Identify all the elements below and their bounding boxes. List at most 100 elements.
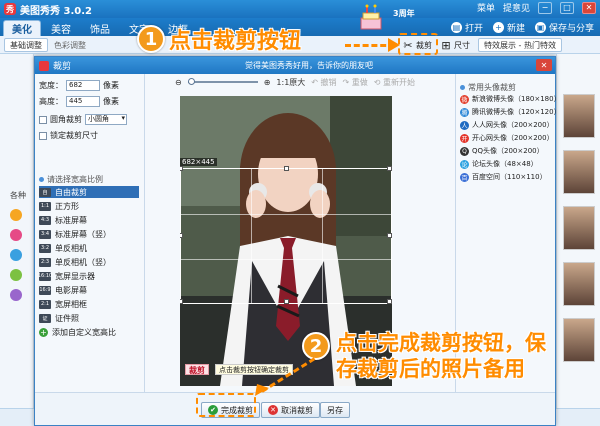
tab-accessories[interactable]: 饰品 [81, 20, 119, 36]
zoom-slider-knob[interactable] [187, 78, 195, 85]
effect-thumbnail[interactable] [563, 318, 595, 362]
ratio-option[interactable]: 16:10 宽屏显示器 [38, 270, 139, 282]
window-controls: 菜单 提意见 − □ ✕ [477, 1, 596, 14]
app-title: 美图秀秀 3.0.2 [20, 5, 92, 17]
save-share-button[interactable]: ▣ 保存与分享 [534, 21, 594, 34]
palette-icon[interactable] [10, 289, 22, 301]
crop-handle[interactable] [180, 166, 183, 171]
crop-apply-button[interactable]: 裁剪 [185, 364, 209, 375]
forum-icon: 论 [460, 159, 469, 169]
effect-thumbnail[interactable] [563, 206, 595, 250]
feedback-link[interactable]: 提意见 [503, 1, 530, 14]
crop-handle[interactable] [180, 233, 183, 238]
new-button[interactable]: + 新建 [492, 21, 525, 34]
ratio-option[interactable]: 自自由裁剪 [39, 186, 139, 198]
grid-line [322, 169, 323, 303]
renren-icon: 人 [460, 120, 469, 130]
ratio-option[interactable]: 4:3 标准屏幕 [39, 214, 139, 226]
open-button[interactable]: ▤ 打开 [450, 21, 483, 34]
height-input[interactable]: 445 [66, 96, 100, 107]
ratio-option[interactable]: 1:1 正方形 [39, 200, 139, 212]
grid-line [181, 259, 391, 260]
app-logo: 秀 [4, 3, 16, 15]
step1-number: 1 [137, 25, 165, 53]
restart-button[interactable]: ⟲ 重新开始 [374, 77, 415, 88]
preset-baidu[interactable]: 百百度空间（110×110） [460, 172, 547, 182]
ratio-option[interactable]: 16:9 电影屏幕 [39, 284, 139, 296]
ratio-option[interactable]: 3:4 标准屏幕（竖） [39, 228, 139, 240]
crop-handle[interactable] [387, 299, 392, 304]
step1-highlight [398, 33, 438, 55]
palette-icon[interactable] [10, 269, 22, 281]
ratio-heading: 请选择宽高比例 [39, 174, 103, 185]
dialog-close-button[interactable]: ✕ [536, 59, 552, 71]
step1-annotation: 1 点击裁剪按钮 [137, 23, 301, 55]
plus-icon: + [492, 21, 504, 33]
cancel-icon: ✕ [268, 405, 278, 415]
preset-kaixin[interactable]: 开开心网头像（200×200） [460, 133, 554, 143]
rounded-crop-row: 圆角裁剪 小圆角 [39, 114, 127, 125]
step2-text: 点击完成裁剪按钮，保存裁剪后的照片备用 [336, 331, 546, 381]
ratio-option[interactable]: 2:3 单反相机（竖） [39, 256, 139, 268]
lock-size-row: 锁定裁剪尺寸 [39, 130, 98, 141]
crop-handle[interactable] [284, 166, 289, 171]
effect-thumbnail[interactable] [563, 262, 595, 306]
ratio-option[interactable]: 3:2 单反相机 [39, 242, 139, 254]
tab-beautify[interactable]: 美化 [3, 20, 41, 36]
crop-handle[interactable] [284, 299, 289, 304]
crop-handle[interactable] [387, 166, 392, 171]
width-row: 宽度： 682 像素 [39, 80, 119, 91]
baidu-icon: 百 [460, 172, 469, 182]
ratio-option[interactable]: 证证件照 [39, 312, 139, 324]
ratio-option[interactable]: 2:1 宽屏相框 [39, 298, 139, 310]
step2-arrowhead [255, 384, 269, 396]
menu-link[interactable]: 菜单 [477, 1, 495, 14]
zoom-in-icon[interactable]: ⊕ [264, 78, 271, 87]
dialog-titlebar: 裁剪 觉得美图秀秀好用，告诉你的朋友吧 ✕ [35, 57, 555, 74]
preset-renren[interactable]: 人人人网头像（200×200） [460, 120, 554, 130]
zoom-out-icon[interactable]: ⊖ [175, 78, 182, 87]
app-small-icon [39, 60, 49, 71]
dialog-title: 裁剪 [53, 62, 72, 72]
add-custom-ratio[interactable]: + 添加自定义宽高比 [39, 326, 139, 338]
original-size-button[interactable]: 1:1原大 [276, 77, 305, 88]
preset-sina-weibo[interactable]: 微新浪微博头像（180×180） [460, 94, 561, 104]
crop-handle[interactable] [387, 233, 392, 238]
crop-selection[interactable] [180, 166, 392, 304]
undo-button[interactable]: ↶ 撤销 [311, 77, 336, 88]
preset-tencent-weibo[interactable]: 腾腾讯微博头像（120×120） [460, 107, 561, 117]
kaixin-icon: 开 [460, 133, 469, 143]
rounded-crop-checkbox[interactable] [39, 115, 47, 124]
dialog-footer: ✔ 完成裁剪 ✕ 取消裁剪 另存 [35, 392, 555, 425]
close-button[interactable]: ✕ [582, 1, 596, 14]
crop-handle[interactable] [180, 299, 183, 304]
palette-icon[interactable] [10, 249, 22, 261]
minimize-button[interactable]: − [538, 1, 552, 14]
subtab-color[interactable]: 色彩调整 [48, 38, 92, 52]
palette-icon[interactable] [10, 229, 22, 241]
preset-qq[interactable]: Q QQ头像（200×200） [460, 146, 544, 156]
palette-icon[interactable] [10, 209, 22, 221]
left-label: 各种 [10, 191, 26, 200]
size-tool-button[interactable]: ⊞ 尺寸 [440, 37, 470, 53]
anniversary-cake-icon [360, 4, 382, 30]
preset-forum[interactable]: 论论坛头像（48×48） [460, 159, 538, 169]
save-as-button[interactable]: 另存 [320, 402, 350, 418]
save-icon: ▣ [534, 21, 546, 33]
height-row: 高度： 445 像素 [39, 96, 119, 107]
selection-size-label: 682×445 [180, 158, 217, 166]
lock-size-checkbox[interactable] [39, 131, 47, 140]
effect-thumbnail[interactable] [563, 94, 595, 138]
zoom-slider[interactable] [187, 78, 258, 85]
special-effects-header[interactable]: 特效展示 - 热门特效 [478, 38, 562, 52]
rounded-select[interactable]: 小圆角 [85, 114, 127, 125]
tab-beauty[interactable]: 美容 [42, 20, 80, 36]
cancel-crop-button[interactable]: ✕ 取消裁剪 [261, 402, 320, 418]
subtab-basic[interactable]: 基础调整 [4, 38, 48, 52]
step1-text: 点击裁剪按钮 [169, 29, 302, 54]
qq-icon: Q [460, 146, 469, 156]
redo-button[interactable]: ↷ 重做 [343, 77, 368, 88]
width-input[interactable]: 682 [66, 80, 100, 91]
effect-thumbnail[interactable] [563, 150, 595, 194]
maximize-button[interactable]: □ [560, 1, 574, 14]
